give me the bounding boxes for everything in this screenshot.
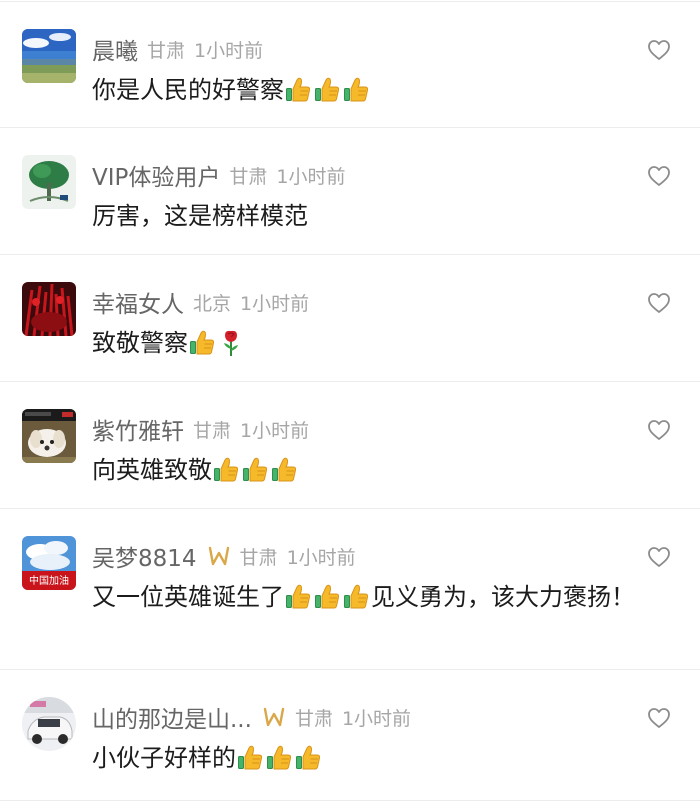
thumbs-up-emoji xyxy=(284,583,311,610)
comment-meta: 幸福女人 北京 1小时前 xyxy=(92,285,309,319)
comment-meta: 吴梦8814 甘肃 1小时前 xyxy=(92,539,356,573)
comment-body: 你是人民的好警察 xyxy=(92,76,284,104)
timestamp: 1小时前 xyxy=(286,546,356,569)
heart-outline-icon[interactable] xyxy=(647,165,671,187)
heart-outline-icon[interactable] xyxy=(647,292,671,314)
thumbs-up-emoji xyxy=(342,583,369,610)
infinity-badge-icon xyxy=(262,706,286,728)
comment-body: 小伙子好样的 xyxy=(92,744,236,772)
heart-outline-icon[interactable] xyxy=(647,707,671,729)
comment-item: 中国加油 吴梦8814 甘肃 1小时前 又一位英雄诞生了 见义勇为，该大力褒扬！ xyxy=(0,509,700,670)
comment-item: 紫竹雅轩 甘肃 1小时前 向英雄致敬 xyxy=(0,382,700,509)
comment-list: 晨曦 甘肃 1小时前 你是人民的好警察 VIP体验用户 甘肃 1小时前 厉害，这… xyxy=(0,1,700,801)
location: 甘肃 xyxy=(294,707,333,730)
timestamp: 1小时前 xyxy=(276,165,346,188)
comment-text: 致敬警察 xyxy=(92,326,652,360)
comment-body-continued: 见义勇为，该大力褒扬！ xyxy=(371,583,635,611)
comment-meta: 晨曦 甘肃 1小时前 xyxy=(92,32,263,66)
comment-meta: 紫竹雅轩 甘肃 1小时前 xyxy=(92,412,309,446)
comment-text: 向英雄致敬 xyxy=(92,453,652,487)
comment-body: 又一位英雄诞生了 xyxy=(92,583,284,611)
comment-item: 幸福女人 北京 1小时前 致敬警察 xyxy=(0,255,700,382)
heart-outline-icon[interactable] xyxy=(647,419,671,441)
location: 甘肃 xyxy=(239,546,278,569)
timestamp: 1小时前 xyxy=(240,419,310,442)
thumbs-up-emoji xyxy=(212,456,239,483)
username[interactable]: VIP体验用户 xyxy=(92,158,220,192)
comment-meta: VIP体验用户 甘肃 1小时前 xyxy=(92,158,346,192)
comment-item: VIP体验用户 甘肃 1小时前 厉害，这是榜样模范 xyxy=(0,128,700,255)
timestamp: 1小时前 xyxy=(341,707,412,730)
avatar[interactable] xyxy=(22,409,76,463)
comment-body: 厉害，这是榜样模范 xyxy=(92,202,308,230)
infinity-badge-icon xyxy=(207,545,231,567)
avatar-caption: 中国加油 xyxy=(29,574,69,587)
comment-text: 厉害，这是榜样模范 xyxy=(92,199,652,233)
comment-text: 又一位英雄诞生了 见义勇为，该大力褒扬！ xyxy=(92,580,637,614)
username[interactable]: 幸福女人 xyxy=(92,285,184,319)
avatar[interactable] xyxy=(22,697,76,751)
avatar[interactable] xyxy=(22,29,76,83)
thumbs-up-emoji xyxy=(265,744,292,771)
thumbs-up-emoji xyxy=(313,583,340,610)
avatar[interactable]: 中国加油 xyxy=(22,536,76,590)
username[interactable]: 晨曦 xyxy=(92,32,138,66)
comment-meta: 山的那边是山... 甘肃 1小时前 xyxy=(92,700,411,734)
comment-text: 你是人民的好警察 xyxy=(92,73,652,107)
username[interactable]: 山的那边是山... xyxy=(92,700,252,734)
comment-body: 致敬警察 xyxy=(92,329,188,357)
location: 甘肃 xyxy=(229,165,268,188)
thumbs-up-emoji xyxy=(188,329,215,356)
thumbs-up-emoji xyxy=(236,744,263,771)
comment-item: 山的那边是山... 甘肃 1小时前 小伙子好样的 xyxy=(0,670,700,801)
username[interactable]: 紫竹雅轩 xyxy=(92,412,184,446)
thumbs-up-emoji xyxy=(270,456,297,483)
comment-text: 小伙子好样的 xyxy=(92,741,652,775)
thumbs-up-emoji xyxy=(294,744,321,771)
thumbs-up-emoji xyxy=(241,456,268,483)
heart-outline-icon[interactable] xyxy=(647,546,671,568)
heart-outline-icon[interactable] xyxy=(647,39,671,61)
thumbs-up-emoji xyxy=(342,76,369,103)
comment-body: 向英雄致敬 xyxy=(92,456,212,484)
avatar[interactable] xyxy=(22,282,76,336)
comment-item: 晨曦 甘肃 1小时前 你是人民的好警察 xyxy=(0,1,700,128)
timestamp: 1小时前 xyxy=(194,39,264,62)
thumbs-up-emoji xyxy=(284,76,311,103)
location: 甘肃 xyxy=(193,419,232,442)
avatar[interactable] xyxy=(22,155,76,209)
rose-emoji xyxy=(221,329,241,357)
location: 甘肃 xyxy=(147,39,186,62)
location: 北京 xyxy=(193,292,232,315)
timestamp: 1小时前 xyxy=(240,292,310,315)
thumbs-up-emoji xyxy=(313,76,340,103)
username[interactable]: 吴梦8814 xyxy=(92,539,197,573)
